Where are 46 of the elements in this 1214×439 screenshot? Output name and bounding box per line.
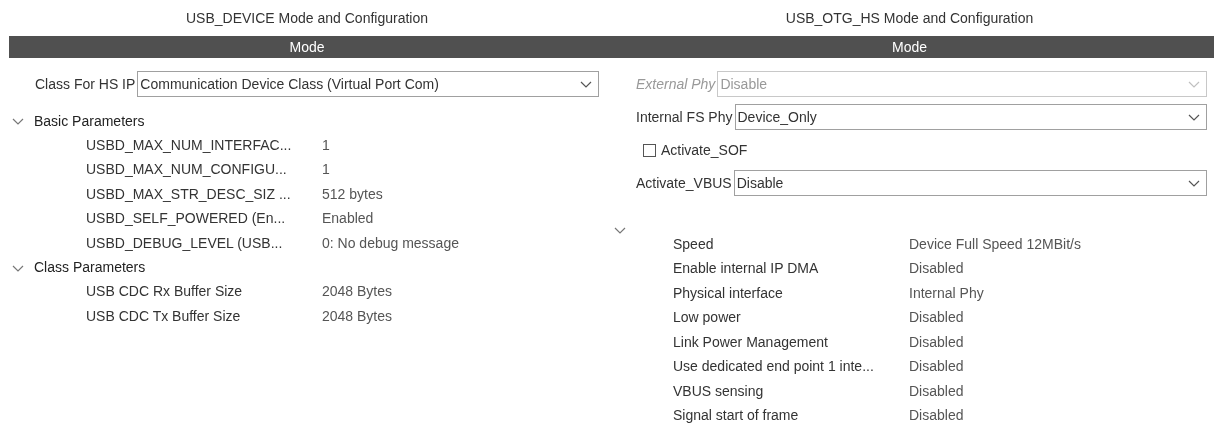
parameter-name: Speed [673,234,715,254]
dropdown: Disable [717,71,1207,97]
parameter-value: 2048 Bytes [322,282,393,302]
mode-header: Mode [605,36,1214,58]
mode-header: Mode [9,36,605,58]
parameter-value: 1 [322,160,330,180]
parameter-value: Internal Phy [909,283,984,303]
group-label[interactable]: Class Parameters [34,257,146,278]
group-label[interactable]: Basic Parameters [34,110,145,132]
panel-title: USB_OTG_HS Mode and Configuration [784,8,1035,28]
parameter-name: Physical interface [673,283,784,303]
parameter-name: USBD_MAX_NUM_CONFIGU... [86,160,288,180]
field-label: Activate_VBUS [636,173,732,193]
parameter-value: 512 bytes [322,184,383,204]
dropdown[interactable]: Disable [733,170,1207,196]
parameter-name: USBD_MAX_STR_DESC_SIZ ... [86,184,292,204]
parameter-name: USB CDC Tx Buffer Size [86,306,242,326]
parameter-name: Link Power Management [673,332,829,352]
parameter-name: Use dedicated end point 1 inte... [673,357,875,377]
parameter-name: Enable internal IP DMA [673,259,820,279]
parameter-value: Disabled [909,308,964,328]
panel-title: USB_DEVICE Mode and Configuration [185,8,429,28]
parameter-value: Disabled [909,406,964,426]
parameter-value: Disabled [909,357,964,377]
field-label: Class For HS IP [35,74,136,94]
parameter-value: Enabled [322,209,374,229]
parameter-value: Disabled [909,332,964,352]
parameter-name: USBD_DEBUG_LEVEL (USB... [86,233,284,253]
parameter-name: Low power [673,308,742,328]
parameter-value: 2048 Bytes [322,306,393,326]
dropdown[interactable]: Communication Device Class (Virtual Port Com) [137,71,599,97]
parameter-value: Device Full Speed 12MBit/s [909,234,1081,254]
checkbox-label: Activate_SOF [661,140,748,160]
parameter-name: USBD_MAX_NUM_INTERFAC... [86,135,293,155]
parameter-value: Disabled [909,381,964,401]
parameter-value: 1 [322,135,330,155]
parameter-name: USB CDC Rx Buffer Size [86,282,244,302]
parameter-value: 0: No debug message [322,233,459,253]
parameter-name: USBD_SELF_POWERED (En... [86,209,287,229]
parameter-name: VBUS sensing [673,381,765,401]
parameter-name: Signal start of frame [673,406,800,426]
checkbox[interactable] [643,143,656,157]
field-label: Internal FS Phy [636,107,733,127]
parameter-value: Disabled [909,259,964,279]
field-label: External Phy [636,74,716,94]
dropdown[interactable]: Device_Only [734,104,1207,130]
